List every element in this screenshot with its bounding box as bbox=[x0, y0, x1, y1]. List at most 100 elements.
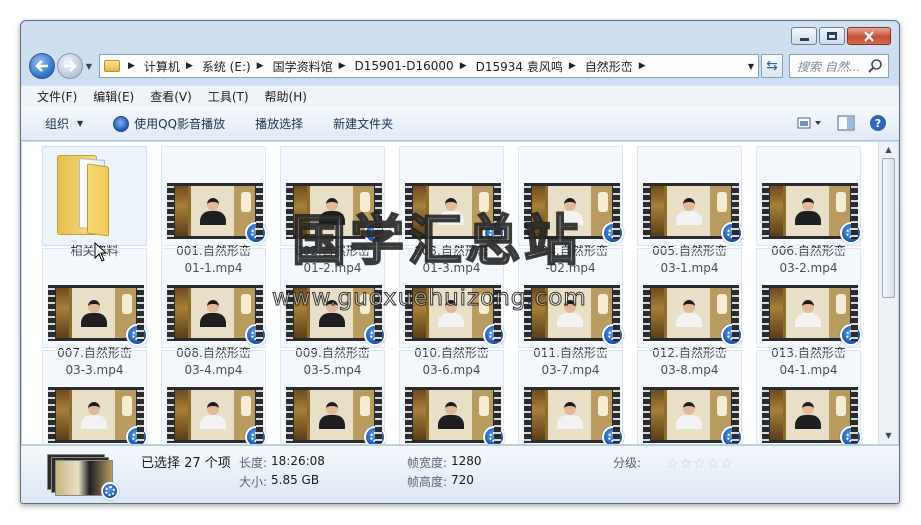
play-with-qq-label: 使用QQ影音播放 bbox=[134, 117, 226, 131]
play-selection-button[interactable]: 播放选择 bbox=[255, 115, 303, 132]
back-button[interactable] bbox=[29, 53, 55, 79]
menu-view[interactable]: 查看(V) bbox=[150, 88, 192, 105]
video-file-item[interactable] bbox=[280, 350, 386, 444]
address-bar[interactable]: ▶ 计算机 ▶ 系统 (E:) ▶ 国学资料馆 ▶ D15901-D16000 … bbox=[99, 54, 759, 78]
video-file-item[interactable]: 012.自然形峦 03-8.mp4 bbox=[637, 248, 743, 377]
size-label: 大小: bbox=[239, 475, 268, 489]
video-file-item[interactable]: 006.自然形峦 03-2.mp4 bbox=[756, 146, 862, 275]
new-folder-button[interactable]: 新建文件夹 bbox=[333, 115, 393, 132]
menu-edit[interactable]: 编辑(E) bbox=[93, 88, 134, 105]
scroll-up-icon[interactable]: ▲ bbox=[879, 142, 898, 158]
watermark-url: www.guoxuehuizong.com bbox=[272, 285, 587, 312]
breadcrumb-drive[interactable]: 系统 (E:) bbox=[202, 58, 251, 75]
star-icon[interactable]: ☆ bbox=[707, 456, 720, 472]
chevron-right-icon[interactable]: ▶ bbox=[639, 61, 646, 71]
qq-video-badge-icon bbox=[483, 324, 505, 346]
frame-width-label: 帧宽度: bbox=[407, 456, 448, 470]
video-file-item[interactable] bbox=[42, 350, 148, 444]
refresh-icon: ⇆ bbox=[766, 58, 778, 74]
qq-video-badge-icon bbox=[364, 324, 386, 346]
svg-text:?: ? bbox=[875, 117, 881, 130]
recent-pages-dropdown[interactable]: ▼ bbox=[83, 62, 95, 71]
play-with-qq-button[interactable]: 使用QQ影音播放 bbox=[113, 115, 225, 132]
qq-video-badge-icon bbox=[364, 426, 386, 444]
search-input[interactable]: 搜索 自然... bbox=[789, 54, 889, 78]
address-history-dropdown[interactable]: ▼ bbox=[748, 62, 754, 71]
vertical-scrollbar[interactable]: ▲ ▼ bbox=[878, 142, 898, 444]
chevron-right-icon[interactable]: ▶ bbox=[128, 61, 135, 71]
folder-item[interactable]: 相关资料 bbox=[42, 146, 147, 258]
video-file-item[interactable]: 007.自然形峦 03-3.mp4 bbox=[42, 248, 148, 377]
chevron-right-icon[interactable]: ▶ bbox=[186, 61, 193, 71]
video-thumbnail bbox=[48, 387, 148, 444]
scroll-thumb[interactable] bbox=[882, 158, 895, 298]
rating-label: 分级: bbox=[613, 456, 642, 470]
chevron-right-icon[interactable]: ▶ bbox=[257, 61, 264, 71]
video-file-item[interactable]: 013.自然形峦 04-1.mp4 bbox=[756, 248, 862, 377]
breadcrumb: ▶ 计算机 ▶ 系统 (E:) ▶ 国学资料馆 ▶ D15901-D16000 … bbox=[128, 58, 655, 75]
minimize-icon bbox=[799, 37, 809, 41]
scroll-down-icon[interactable]: ▼ bbox=[879, 428, 898, 444]
qq-video-badge-icon bbox=[245, 324, 267, 346]
video-file-item[interactable] bbox=[756, 350, 862, 444]
view-controls: ? bbox=[783, 114, 887, 132]
star-icon[interactable]: ☆ bbox=[680, 456, 693, 472]
chevron-right-icon[interactable]: ▶ bbox=[460, 61, 467, 71]
selection-count: 已选择 27 个项 bbox=[141, 456, 231, 471]
folder-icon bbox=[57, 149, 119, 237]
folder-icon bbox=[104, 60, 120, 72]
rating-stars[interactable]: ☆ ☆ ☆ ☆ ☆ bbox=[666, 456, 734, 472]
size-value: 5.85 GB bbox=[271, 473, 320, 487]
video-file-item[interactable]: 001.自然形峦 01-1.mp4 bbox=[161, 146, 267, 275]
video-file-item[interactable] bbox=[637, 350, 743, 444]
video-file-item[interactable] bbox=[518, 350, 624, 444]
chevron-right-icon[interactable]: ▶ bbox=[339, 61, 346, 71]
forward-button[interactable] bbox=[57, 53, 83, 79]
watermark-text: 国学汇总站 bbox=[291, 208, 582, 273]
qq-video-badge-icon bbox=[602, 324, 624, 346]
video-file-item[interactable] bbox=[399, 350, 505, 444]
navigation-bar: ▼ ▶ 计算机 ▶ 系统 (E:) ▶ 国学资料馆 ▶ D15901-D1600… bbox=[29, 51, 891, 81]
frame-height-value: 720 bbox=[451, 473, 474, 487]
maximize-button[interactable] bbox=[819, 27, 845, 45]
arrow-left-icon bbox=[35, 60, 48, 72]
selection-thumbnail bbox=[47, 454, 119, 500]
breadcrumb-library[interactable]: 国学资料馆 bbox=[273, 58, 333, 75]
details-pane: 已选择 27 个项 长度: 18:26:08 大小: 5.85 GB 帧宽度: … bbox=[21, 445, 899, 503]
length-value: 18:26:08 bbox=[271, 454, 325, 468]
menu-file[interactable]: 文件(F) bbox=[37, 88, 77, 105]
close-button[interactable] bbox=[847, 27, 891, 45]
change-view-icon[interactable] bbox=[797, 116, 823, 130]
breadcrumb-range[interactable]: D15901-D16000 bbox=[355, 59, 454, 73]
video-file-item[interactable] bbox=[161, 350, 267, 444]
qq-video-badge-icon bbox=[602, 426, 624, 444]
qq-video-badge-icon bbox=[840, 222, 862, 244]
qq-video-badge-icon bbox=[126, 324, 148, 346]
organize-label: 组织 bbox=[45, 117, 70, 131]
refresh-button[interactable]: ⇆ bbox=[761, 54, 783, 78]
length-label: 长度: bbox=[239, 456, 268, 470]
help-icon[interactable]: ? bbox=[869, 114, 887, 132]
breadcrumb-current[interactable]: 自然形峦 bbox=[585, 58, 633, 75]
video-file-item[interactable]: 008.自然形峦 03-4.mp4 bbox=[161, 248, 267, 377]
chevron-down-icon: ▼ bbox=[77, 119, 84, 128]
star-icon[interactable]: ☆ bbox=[666, 456, 679, 472]
video-thumbnail bbox=[762, 387, 862, 444]
video-thumbnail bbox=[167, 285, 267, 346]
video-thumbnail bbox=[405, 387, 505, 444]
star-icon[interactable]: ☆ bbox=[693, 456, 706, 472]
menu-help[interactable]: 帮助(H) bbox=[265, 88, 307, 105]
preview-pane-icon[interactable] bbox=[837, 115, 855, 131]
chevron-right-icon[interactable]: ▶ bbox=[569, 61, 576, 71]
organize-button[interactable]: 组织 ▼ bbox=[45, 115, 83, 132]
menu-tools[interactable]: 工具(T) bbox=[208, 88, 249, 105]
breadcrumb-computer[interactable]: 计算机 bbox=[144, 58, 180, 75]
qq-video-badge-icon bbox=[101, 482, 119, 500]
star-icon[interactable]: ☆ bbox=[720, 456, 733, 472]
video-file-item[interactable]: 005.自然形峦 03-1.mp4 bbox=[637, 146, 743, 275]
breadcrumb-author[interactable]: D15934 袁风鸣 bbox=[476, 58, 563, 75]
menu-bar: 文件(F) 编辑(E) 查看(V) 工具(T) 帮助(H) bbox=[21, 85, 899, 107]
search-icon bbox=[868, 59, 882, 73]
minimize-button[interactable] bbox=[791, 27, 817, 45]
video-thumbnail bbox=[643, 387, 743, 444]
